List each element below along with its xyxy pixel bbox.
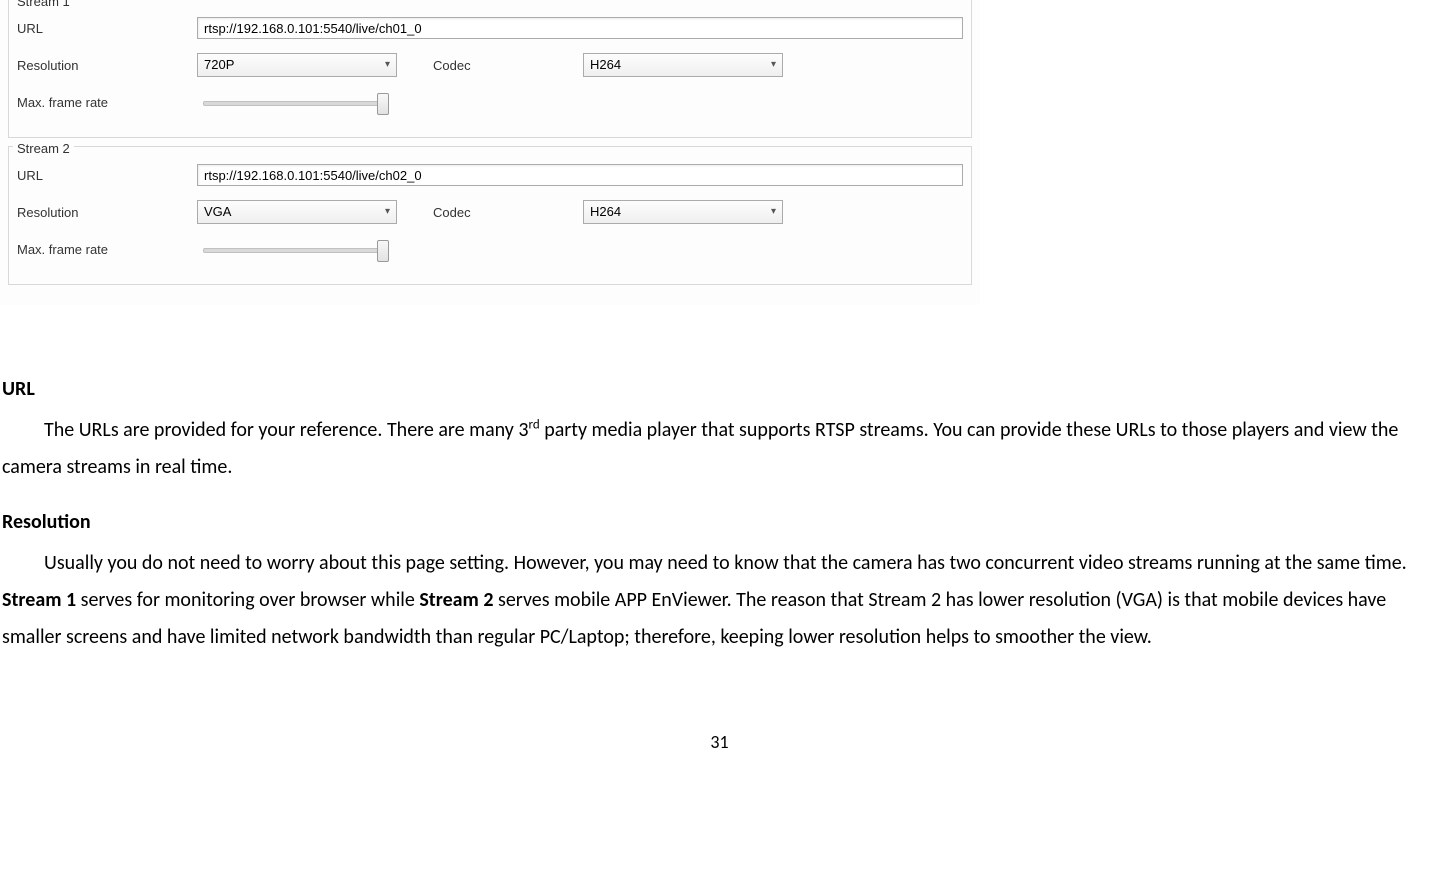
stream1-url-row: URL rtsp://192.168.0.101:5540/live/ch01_…: [17, 17, 963, 39]
stream1-resolution-select[interactable]: 720P ▾: [197, 53, 397, 77]
stream2-framerate-row: Max. frame rate: [17, 238, 963, 260]
stream2-resolution-select[interactable]: VGA ▾: [197, 200, 397, 224]
stream2-fieldset: Stream 2 URL rtsp://192.168.0.101:5540/l…: [8, 146, 972, 285]
stream1-framerate-slider[interactable]: [203, 91, 393, 113]
url-paragraph: The URLs are provided for your reference…: [2, 412, 1437, 486]
stream1-resolution-row: Resolution 720P ▾ Codec H264 ▾: [17, 53, 963, 77]
chevron-down-icon: ▾: [771, 54, 776, 76]
stream1-codec-select[interactable]: H264 ▾: [583, 53, 783, 77]
stream1-fieldset: Stream 1 URL rtsp://192.168.0.101:5540/l…: [8, 0, 972, 138]
settings-panel: Stream 1 URL rtsp://192.168.0.101:5540/l…: [0, 0, 980, 305]
stream2-legend: Stream 2: [13, 141, 74, 156]
chevron-down-icon: ▾: [385, 201, 390, 223]
slider-thumb[interactable]: [377, 93, 389, 115]
stream2-codec-value: H264: [590, 201, 621, 223]
document-body: URL The URLs are provided for your refer…: [0, 305, 1437, 759]
stream1-resolution-label: Resolution: [17, 58, 197, 73]
res-para-bold1: Stream 1: [2, 588, 76, 612]
stream1-url-input[interactable]: rtsp://192.168.0.101:5540/live/ch01_0: [197, 17, 963, 39]
stream2-framerate-label: Max. frame rate: [17, 242, 197, 257]
url-para-sup: rd: [529, 417, 540, 432]
chevron-down-icon: ▾: [771, 201, 776, 223]
stream2-codec-label: Codec: [397, 205, 583, 220]
stream2-resolution-value: VGA: [204, 201, 231, 223]
resolution-heading: Resolution: [2, 504, 1437, 541]
page-number: 31: [2, 726, 1437, 759]
res-para-a: Usually you do not need to worry about t…: [44, 551, 1407, 575]
url-heading: URL: [2, 371, 1437, 408]
res-para-bold2: Stream 2: [419, 588, 493, 612]
slider-track: [203, 101, 379, 106]
slider-track: [203, 248, 379, 253]
stream2-url-input[interactable]: rtsp://192.168.0.101:5540/live/ch02_0: [197, 164, 963, 186]
stream2-url-row: URL rtsp://192.168.0.101:5540/live/ch02_…: [17, 164, 963, 186]
stream1-url-label: URL: [17, 21, 197, 36]
stream1-framerate-row: Max. frame rate: [17, 91, 963, 113]
stream1-legend: Stream 1: [13, 0, 74, 9]
chevron-down-icon: ▾: [385, 54, 390, 76]
stream2-codec-select[interactable]: H264 ▾: [583, 200, 783, 224]
stream1-framerate-label: Max. frame rate: [17, 95, 197, 110]
stream2-resolution-row: Resolution VGA ▾ Codec H264 ▾: [17, 200, 963, 224]
stream2-resolution-label: Resolution: [17, 205, 197, 220]
stream1-resolution-value: 720P: [204, 54, 234, 76]
res-para-b: serves for monitoring over browser while: [76, 588, 419, 612]
url-para-a: The URLs are provided for your reference…: [44, 418, 529, 442]
stream1-codec-value: H264: [590, 54, 621, 76]
resolution-paragraph: Usually you do not need to worry about t…: [2, 545, 1437, 656]
stream1-codec-label: Codec: [397, 58, 583, 73]
stream2-framerate-slider[interactable]: [203, 238, 393, 260]
stream2-url-label: URL: [17, 168, 197, 183]
slider-thumb[interactable]: [377, 240, 389, 262]
